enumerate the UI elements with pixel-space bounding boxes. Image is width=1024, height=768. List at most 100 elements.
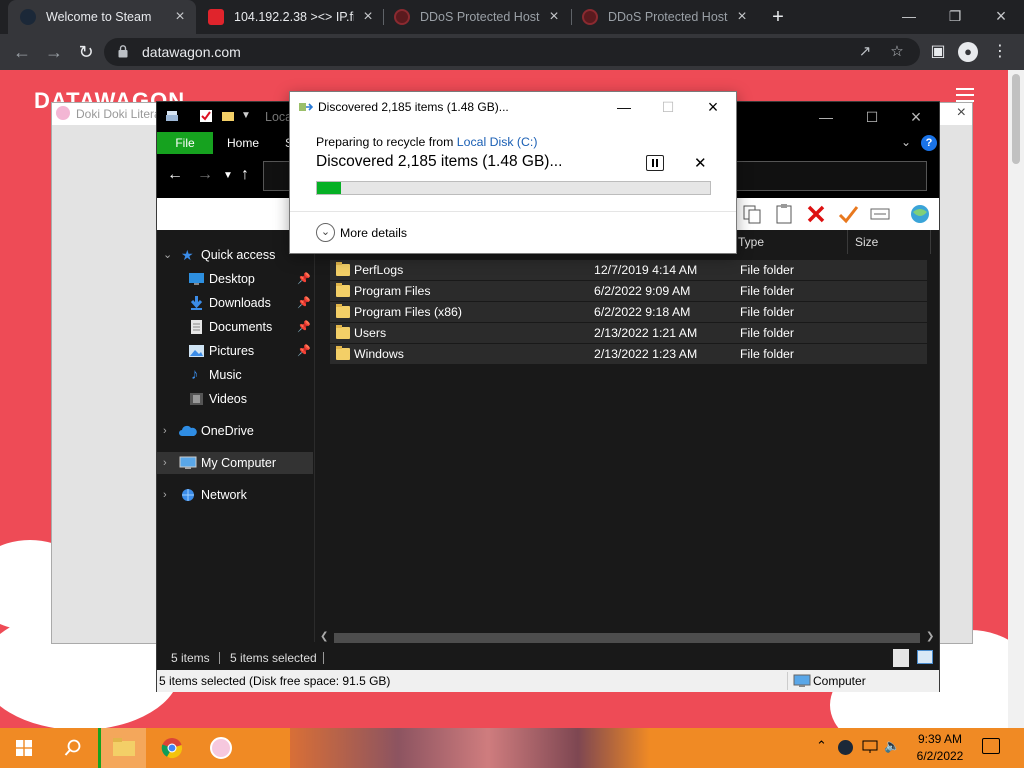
menu-kebab-icon[interactable]: ⋮: [990, 42, 1010, 62]
source-drive-link[interactable]: Local Disk (C:): [457, 135, 538, 149]
network-tray-icon[interactable]: [862, 740, 878, 754]
delete-icon[interactable]: [805, 203, 827, 225]
scroll-right-icon[interactable]: ❯: [926, 631, 934, 642]
close-tab-icon[interactable]: ×: [360, 8, 376, 26]
chevron-down-icon[interactable]: ⌄: [316, 223, 335, 242]
chevron-right-icon[interactable]: ›: [163, 484, 167, 506]
file-date: 2/13/2022 1:23 AM: [594, 347, 698, 361]
details-view-icon[interactable]: [893, 649, 909, 667]
volume-icon[interactable]: 🔈: [884, 738, 900, 754]
page-scrollbar[interactable]: [1008, 70, 1024, 728]
reload-button[interactable]: ↻: [74, 40, 98, 64]
tab-file[interactable]: File: [157, 132, 213, 154]
address-bar[interactable]: datawagon.com ↗ ☆: [104, 38, 920, 66]
notifications-icon[interactable]: [982, 738, 1000, 754]
pin-icon[interactable]: 📌: [297, 316, 311, 338]
customize-quick-access-icon[interactable]: ▼: [241, 110, 255, 124]
tab-title: DDoS Protected Hostin: [420, 10, 540, 24]
table-row[interactable]: Program Files 6/2/2022 9:09 AM File fold…: [330, 281, 927, 301]
bookmark-star-icon[interactable]: ☆: [888, 43, 906, 61]
more-details-button[interactable]: More details: [340, 226, 407, 240]
paste-icon[interactable]: [773, 203, 795, 225]
scroll-left-icon[interactable]: ❮: [320, 631, 328, 642]
close-window-button[interactable]: ×: [978, 0, 1024, 34]
check-icon[interactable]: [837, 203, 859, 225]
forward-button[interactable]: →: [42, 40, 66, 64]
nav-onedrive[interactable]: › OneDrive: [157, 420, 313, 442]
search-icon: [64, 739, 81, 756]
column-header-type[interactable]: Type: [732, 230, 848, 254]
large-icons-view-icon[interactable]: [917, 650, 933, 664]
share-icon[interactable]: ↗: [856, 43, 874, 61]
tab-ip[interactable]: 104.192.2.38 ><> IP.fin ×: [200, 0, 384, 34]
hamburger-menu-icon[interactable]: [956, 88, 974, 102]
close-icon[interactable]: ×: [957, 104, 966, 122]
new-folder-icon[interactable]: [221, 109, 235, 123]
table-row[interactable]: Program Files (x86) 6/2/2022 9:18 AM Fil…: [330, 302, 927, 322]
chrome-taskbar-button[interactable]: [148, 728, 196, 768]
forward-arrow-icon[interactable]: →: [197, 166, 213, 184]
nav-network[interactable]: › Network: [157, 484, 313, 506]
table-row[interactable]: PerfLogs 12/7/2019 4:14 AM File folder: [330, 260, 927, 280]
pin-icon[interactable]: 📌: [297, 292, 311, 314]
nav-documents[interactable]: Documents 📌: [157, 316, 313, 338]
explorer-maximize-button[interactable]: ☐: [849, 104, 895, 130]
back-arrow-icon[interactable]: ←: [167, 166, 183, 184]
pin-icon[interactable]: 📌: [297, 340, 311, 362]
pin-icon[interactable]: 📌: [297, 268, 311, 290]
dialog-minimize-button[interactable]: —: [604, 95, 644, 119]
up-arrow-icon[interactable]: ↑: [241, 166, 249, 184]
lock-icon: [118, 45, 128, 58]
recycle-progress-dialog[interactable]: Discovered 2,185 items (1.48 GB)... — ☐ …: [289, 91, 737, 254]
doki-doki-taskbar-button[interactable]: [198, 728, 246, 768]
horizontal-scrollbar[interactable]: ❮ ❯: [316, 630, 939, 646]
start-button[interactable]: [0, 728, 48, 768]
search-button[interactable]: [48, 728, 96, 768]
table-row[interactable]: Windows 2/13/2022 1:23 AM File folder: [330, 344, 927, 364]
side-panel-icon[interactable]: ▣: [928, 42, 948, 62]
expand-ribbon-icon[interactable]: ⌄: [901, 135, 911, 149]
scrollbar-thumb[interactable]: [334, 633, 920, 643]
rename-icon[interactable]: [869, 203, 891, 225]
tab-home[interactable]: Home: [213, 132, 273, 154]
copy-icon[interactable]: [741, 203, 763, 225]
dialog-close-button[interactable]: ×: [693, 95, 733, 119]
nav-downloads[interactable]: Downloads 📌: [157, 292, 313, 314]
scrollbar-thumb[interactable]: [1012, 74, 1020, 164]
close-tab-icon[interactable]: ×: [172, 8, 188, 26]
table-row[interactable]: Users 2/13/2022 1:21 AM File folder: [330, 323, 927, 343]
cancel-operation-button[interactable]: ✕: [694, 154, 707, 172]
tab-steam[interactable]: Welcome to Steam ×: [8, 0, 196, 34]
chevron-right-icon[interactable]: ›: [163, 420, 167, 442]
chevron-right-icon[interactable]: ›: [163, 452, 167, 474]
restore-button[interactable]: ❐: [932, 0, 978, 34]
nav-label: Music: [209, 368, 242, 382]
globe-icon[interactable]: [909, 203, 931, 225]
close-tab-icon[interactable]: ×: [734, 8, 750, 26]
steam-tray-icon[interactable]: [838, 740, 853, 755]
tab-ddos-2[interactable]: DDoS Protected Hostin ×: [574, 0, 758, 34]
clock[interactable]: 9:39 AM 6/2/2022: [912, 731, 968, 765]
nav-desktop[interactable]: Desktop 📌: [157, 268, 313, 290]
nav-videos[interactable]: Videos: [157, 388, 313, 410]
profile-icon[interactable]: ●: [958, 42, 978, 62]
chevron-down-icon[interactable]: ⌄: [163, 244, 172, 266]
file-explorer-taskbar-button[interactable]: [98, 728, 146, 768]
pause-button[interactable]: [646, 155, 664, 171]
properties-icon[interactable]: [199, 109, 213, 123]
recent-locations-icon[interactable]: ▼: [223, 170, 233, 181]
tab-ddos-1[interactable]: DDoS Protected Hostin ×: [386, 0, 570, 34]
show-hidden-icons-icon[interactable]: ⌃: [816, 738, 827, 754]
minimize-button[interactable]: —: [886, 0, 932, 34]
nav-my-computer[interactable]: › My Computer: [157, 452, 313, 474]
column-header-size[interactable]: Size: [849, 230, 931, 254]
explorer-close-button[interactable]: ×: [893, 104, 939, 130]
help-icon[interactable]: ?: [921, 135, 937, 151]
dialog-maximize-button[interactable]: ☐: [648, 95, 688, 119]
nav-pictures[interactable]: Pictures 📌: [157, 340, 313, 362]
close-tab-icon[interactable]: ×: [546, 8, 562, 26]
new-tab-button[interactable]: +: [766, 5, 790, 29]
back-button[interactable]: ←: [10, 40, 34, 64]
explorer-minimize-button[interactable]: —: [803, 104, 849, 130]
nav-music[interactable]: ♪ Music: [157, 364, 313, 386]
